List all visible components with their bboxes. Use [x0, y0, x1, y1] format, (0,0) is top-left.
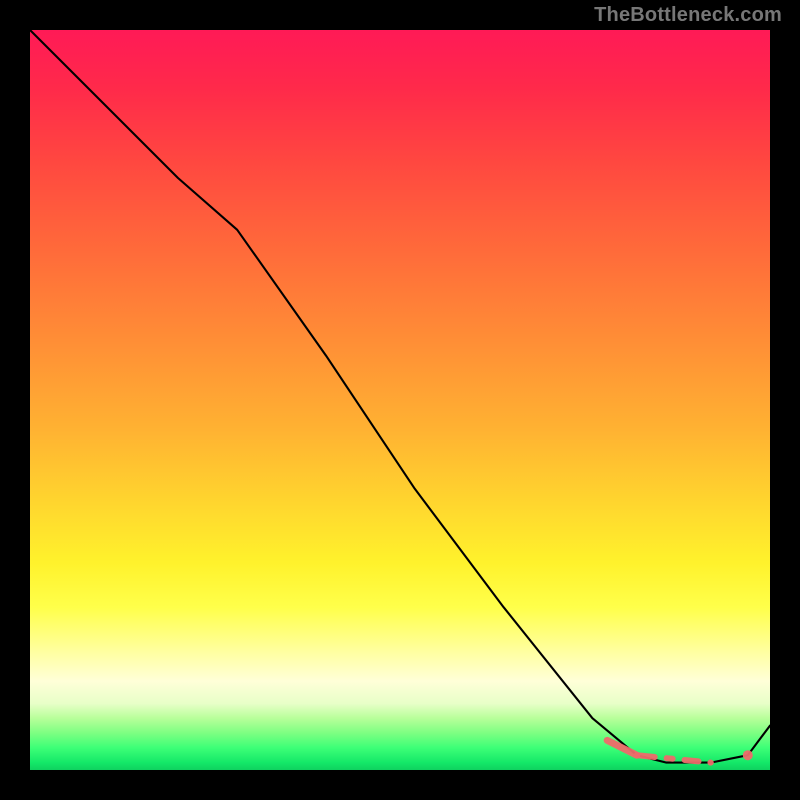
plot-area: [30, 30, 770, 770]
main-curve-line: [30, 30, 770, 763]
chart-stage: TheBottleneck.com: [0, 0, 800, 800]
marker-dot: [743, 750, 753, 760]
chart-svg: [30, 30, 770, 770]
watermark-text: TheBottleneck.com: [594, 4, 782, 27]
marker-dashed-segment: [637, 755, 711, 762]
